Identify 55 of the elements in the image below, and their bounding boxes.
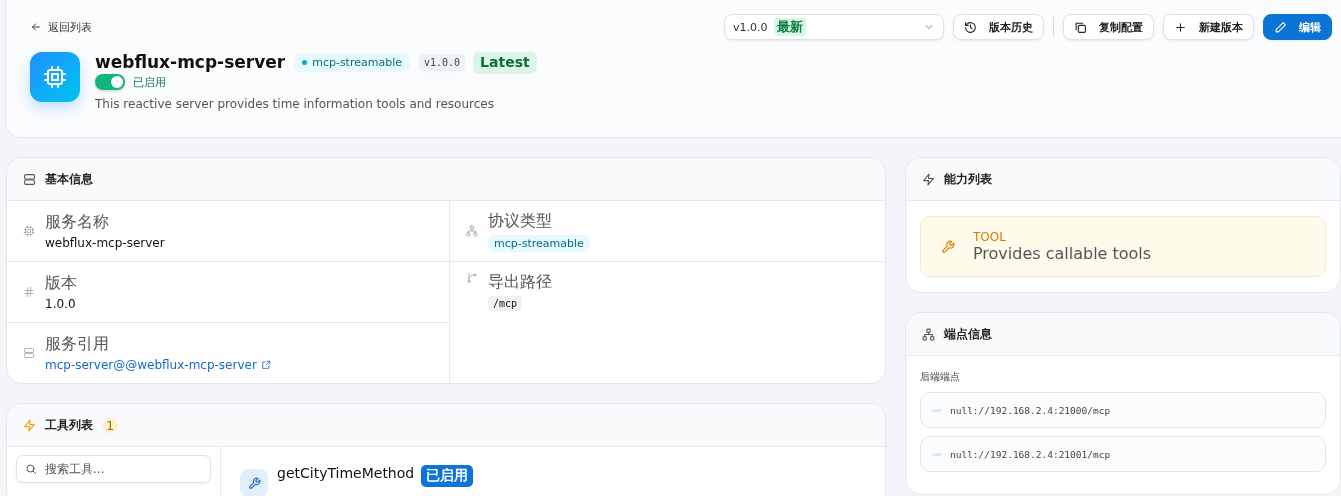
field-label: 协议类型	[488, 210, 552, 232]
status-label: 已启用	[133, 74, 166, 90]
chip-glyph-icon	[43, 65, 67, 89]
server-icon	[23, 347, 35, 359]
service-reference-link[interactable]: mcp-server@@webflux-mcp-server	[45, 358, 271, 372]
protocol-tag: mcp-streamable	[488, 234, 590, 252]
lightning-icon	[921, 172, 935, 186]
group-label: 后端端点	[919, 370, 961, 384]
field-label: 版本	[45, 273, 77, 294]
copy-button[interactable]: 复制配置	[1063, 14, 1154, 40]
enabled-toggle[interactable]	[95, 74, 125, 90]
field-value: 1.0.0	[45, 297, 76, 311]
version-badge: v1.0.0	[419, 53, 466, 71]
back-link[interactable]: 返回列表	[30, 16, 92, 38]
history-button[interactable]: 版本历史	[953, 14, 1044, 40]
field-label: 服务名称	[45, 212, 109, 233]
arrow-left-icon	[30, 21, 42, 33]
tool-count-badge: 1	[102, 417, 119, 433]
network-icon	[466, 225, 478, 237]
card-title: 工具列表	[45, 416, 93, 434]
field-label: 导出路径	[488, 272, 552, 293]
wrench-glyph-icon	[247, 476, 261, 490]
history-icon	[964, 20, 977, 34]
search-field[interactable]: 搜索工具...	[16, 455, 211, 483]
capability-type: TOOL	[972, 230, 1006, 244]
card-title: 能力列表	[943, 170, 992, 188]
add-button[interactable]: 新建版本	[1163, 14, 1254, 40]
field-value: /mcp	[488, 296, 523, 311]
search-icon	[25, 463, 37, 475]
card-title: 端点信息	[943, 325, 992, 343]
version-select[interactable]: v1.0.0 最新	[724, 14, 944, 40]
endpoint-row: null://192.168.2.4:21000/mcp	[919, 392, 1326, 428]
network-icon	[921, 327, 935, 341]
protocol-badge: mcp-streamable	[294, 52, 410, 72]
status-badge: 已启用	[421, 465, 474, 487]
hash-icon	[23, 286, 35, 298]
server-description: This reactive server provides time information tools and resources	[95, 97, 495, 111]
external-link-icon	[260, 360, 271, 370]
card-title: 基本信息	[45, 170, 93, 188]
capability-description: Provides callable tools	[972, 244, 1152, 263]
chip-icon	[23, 225, 35, 237]
field-value: webflux-mcp-server	[45, 236, 165, 250]
pencil-icon	[1274, 20, 1287, 34]
lightning-icon	[23, 418, 36, 432]
wrench-icon	[940, 239, 955, 254]
field-label: 服务引用	[45, 334, 109, 355]
edit-button[interactable]: 编辑	[1263, 14, 1332, 40]
tool-name[interactable]: getCityTimeMethod	[277, 465, 415, 481]
branch-icon	[466, 272, 478, 284]
server-name: webflux-mcp-server	[95, 52, 286, 72]
plus-icon	[1174, 20, 1187, 34]
endpoint-row: null://192.168.2.4:21001/mcp	[919, 436, 1326, 472]
server-icon	[23, 172, 36, 186]
copy-icon	[1074, 20, 1087, 34]
latest-badge: Latest	[474, 52, 536, 72]
